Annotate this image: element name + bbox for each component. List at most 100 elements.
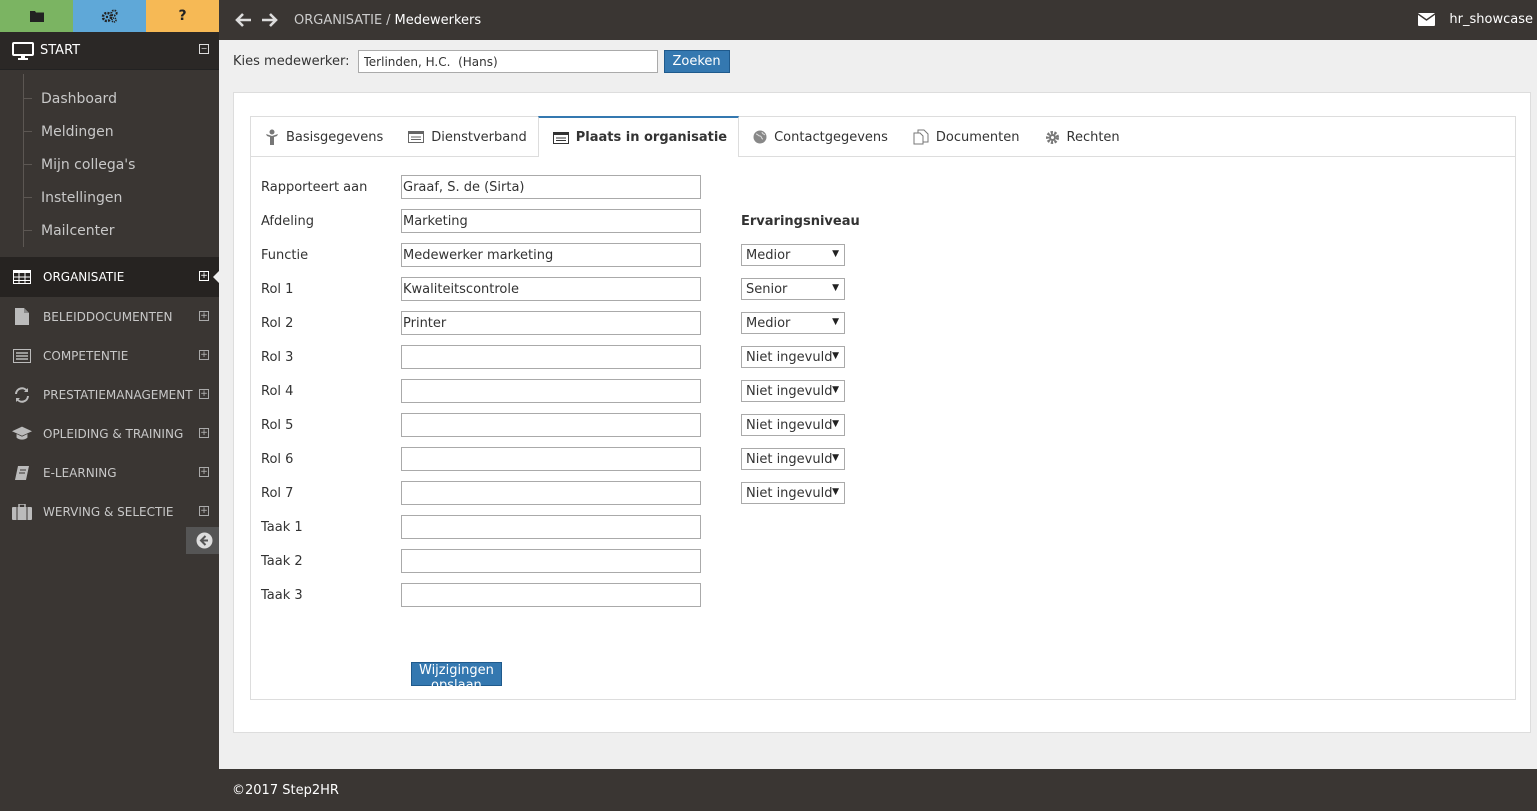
dropdown-caret-icon: ▼ — [832, 419, 839, 429]
field-label: Taak 2 — [261, 553, 303, 569]
expand-icon[interactable]: + — [199, 389, 209, 399]
rol-7-level-select[interactable]: Niet ingevuld ▼ — [741, 482, 845, 504]
field-label: Functie — [261, 247, 309, 263]
afdeling-input[interactable] — [401, 209, 701, 233]
tab-label: Contactgegevens — [774, 129, 888, 145]
sidebar-item-label: Instellingen — [41, 189, 123, 206]
taak-3-input[interactable] — [401, 583, 701, 607]
tab-rechten[interactable]: Rechten — [1031, 117, 1131, 157]
file-icon — [12, 308, 32, 325]
tab-basisgegevens[interactable]: Basisgegevens — [251, 117, 394, 157]
main-content: Kies medewerker: Zoeken Basisgegevens Di… — [219, 40, 1537, 769]
rol-5-level-select[interactable]: Niet ingevuld ▼ — [741, 414, 845, 436]
sidebar-item-mailcenter[interactable]: Mailcenter — [0, 214, 219, 247]
nav-beleiddocumenten[interactable]: BELEIDDOCUMENTEN + — [0, 297, 219, 336]
sidebar-item-label: Dashboard — [41, 90, 117, 107]
nav-organisatie[interactable]: ORGANISATIE + — [0, 257, 220, 297]
form-row-taak-2: Taak 2 — [261, 549, 1061, 573]
nav-start-label: START — [40, 43, 81, 58]
sidebar-item-dashboard[interactable]: Dashboard — [0, 82, 219, 115]
top-bar: ORGANISATIE / Medewerkers hr_showcase — [219, 0, 1537, 40]
dropdown-caret-icon: ▼ — [832, 283, 839, 293]
employee-search-input[interactable] — [357, 50, 658, 73]
field-label: Rol 1 — [261, 281, 294, 297]
select-value: Niet ingevuld — [746, 349, 833, 365]
select-value: Senior — [746, 281, 788, 297]
folder-button[interactable] — [0, 0, 73, 32]
expand-icon[interactable]: + — [199, 350, 209, 360]
tab-plaats-in-organisatie[interactable]: Plaats in organisatie — [537, 116, 740, 157]
tab-label: Basisgegevens — [286, 129, 384, 145]
rol-5-input[interactable] — [401, 413, 701, 437]
taak-1-input[interactable] — [401, 515, 701, 539]
sidebar-item-instellingen[interactable]: Instellingen — [0, 181, 219, 214]
copy-icon — [913, 129, 929, 145]
nav-opleiding-training[interactable]: OPLEIDING & TRAINING + — [0, 414, 219, 453]
username[interactable]: hr_showcase — [1449, 12, 1533, 27]
rol-4-level-select[interactable]: Niet ingevuld ▼ — [741, 380, 845, 402]
rol-4-input[interactable] — [401, 379, 701, 403]
form-row-rol-5: Rol 5 Niet ingevuld ▼ — [261, 413, 1061, 437]
save-changes-button[interactable]: Wijzigingen opslaan — [411, 662, 502, 693]
tab-label: Rechten — [1066, 129, 1120, 145]
sidebar-item-meldingen[interactable]: Meldingen — [0, 115, 219, 148]
card-icon — [408, 131, 425, 143]
rol-3-level-select[interactable]: Niet ingevuld ▼ — [741, 346, 845, 368]
expand-icon[interactable]: + — [199, 311, 209, 321]
dropdown-caret-icon: ▼ — [832, 351, 839, 361]
select-value: Medior — [746, 247, 791, 263]
rol-1-input[interactable] — [401, 277, 701, 301]
nav-start[interactable]: START − — [0, 32, 219, 70]
tab-contactgegevens[interactable]: Contactgegevens — [739, 117, 899, 157]
user-area[interactable]: hr_showcase — [1418, 12, 1533, 27]
table-icon — [12, 269, 32, 285]
help-button[interactable]: ? — [146, 0, 219, 32]
rapporteert-aan-input[interactable] — [401, 175, 701, 199]
envelope-icon[interactable] — [1418, 13, 1436, 26]
rol-2-level-select[interactable]: Medior ▼ — [741, 312, 845, 334]
tab-label: Plaats in organisatie — [575, 130, 728, 145]
settings-button[interactable] — [73, 0, 146, 32]
nav-werving-selectie[interactable]: WERVING & SELECTIE + — [0, 492, 219, 531]
expand-icon[interactable]: + — [199, 467, 209, 477]
form-row-rol-3: Rol 3 Niet ingevuld ▼ — [261, 345, 1061, 369]
form-row-rol-4: Rol 4 Niet ingevuld ▼ — [261, 379, 1061, 403]
collapse-toggle-icon[interactable]: − — [199, 44, 209, 54]
back-arrow-icon[interactable] — [235, 11, 253, 29]
list-icon — [552, 131, 569, 144]
field-label: Afdeling — [261, 213, 314, 229]
functie-level-select[interactable]: Medior ▼ — [741, 244, 845, 266]
expand-icon[interactable]: + — [199, 506, 209, 516]
copyright-text: ©2017 Step2HR — [232, 782, 339, 798]
rol-2-input[interactable] — [401, 311, 701, 335]
breadcrumb-current: Medewerkers — [394, 12, 482, 28]
tab-dienstverband[interactable]: Dienstverband — [394, 117, 537, 157]
form-row-taak-1: Taak 1 — [261, 515, 1061, 539]
rol-6-level-select[interactable]: Niet ingevuld ▼ — [741, 448, 845, 470]
functie-input[interactable] — [401, 243, 701, 267]
refresh-icon — [12, 386, 32, 403]
expand-icon[interactable]: + — [199, 428, 209, 438]
sidebar-item-mijn-collegas[interactable]: Mijn collega's — [0, 148, 219, 181]
breadcrumb-parent[interactable]: ORGANISATIE — [294, 13, 382, 28]
tab-documenten[interactable]: Documenten — [899, 117, 1031, 157]
select-value: Niet ingevuld — [746, 383, 833, 399]
rol-7-input[interactable] — [401, 481, 701, 505]
rol-6-input[interactable] — [401, 447, 701, 471]
rol-1-level-select[interactable]: Senior ▼ — [741, 278, 845, 300]
employee-panel: Basisgegevens Dienstverband Plaats in or… — [233, 92, 1531, 733]
tab-label: Documenten — [935, 129, 1020, 145]
forward-arrow-icon[interactable] — [260, 11, 278, 29]
nav-prestatiemanagement[interactable]: PRESTATIEMANAGEMENT + — [0, 375, 219, 414]
briefcase-icon — [12, 503, 32, 520]
nav-competentie[interactable]: COMPETENTIE + — [0, 336, 219, 375]
collapse-sidebar-button[interactable] — [186, 527, 222, 554]
start-submenu: Dashboard Meldingen Mijn collega's Inste… — [0, 70, 219, 253]
nav-e-learning[interactable]: E-LEARNING + — [0, 453, 219, 492]
field-label: Taak 3 — [261, 587, 303, 603]
rol-3-input[interactable] — [401, 345, 701, 369]
taak-2-input[interactable] — [401, 549, 701, 573]
search-button[interactable]: Zoeken — [663, 50, 730, 73]
expand-icon[interactable]: + — [199, 271, 209, 281]
gears-icon — [101, 9, 118, 23]
